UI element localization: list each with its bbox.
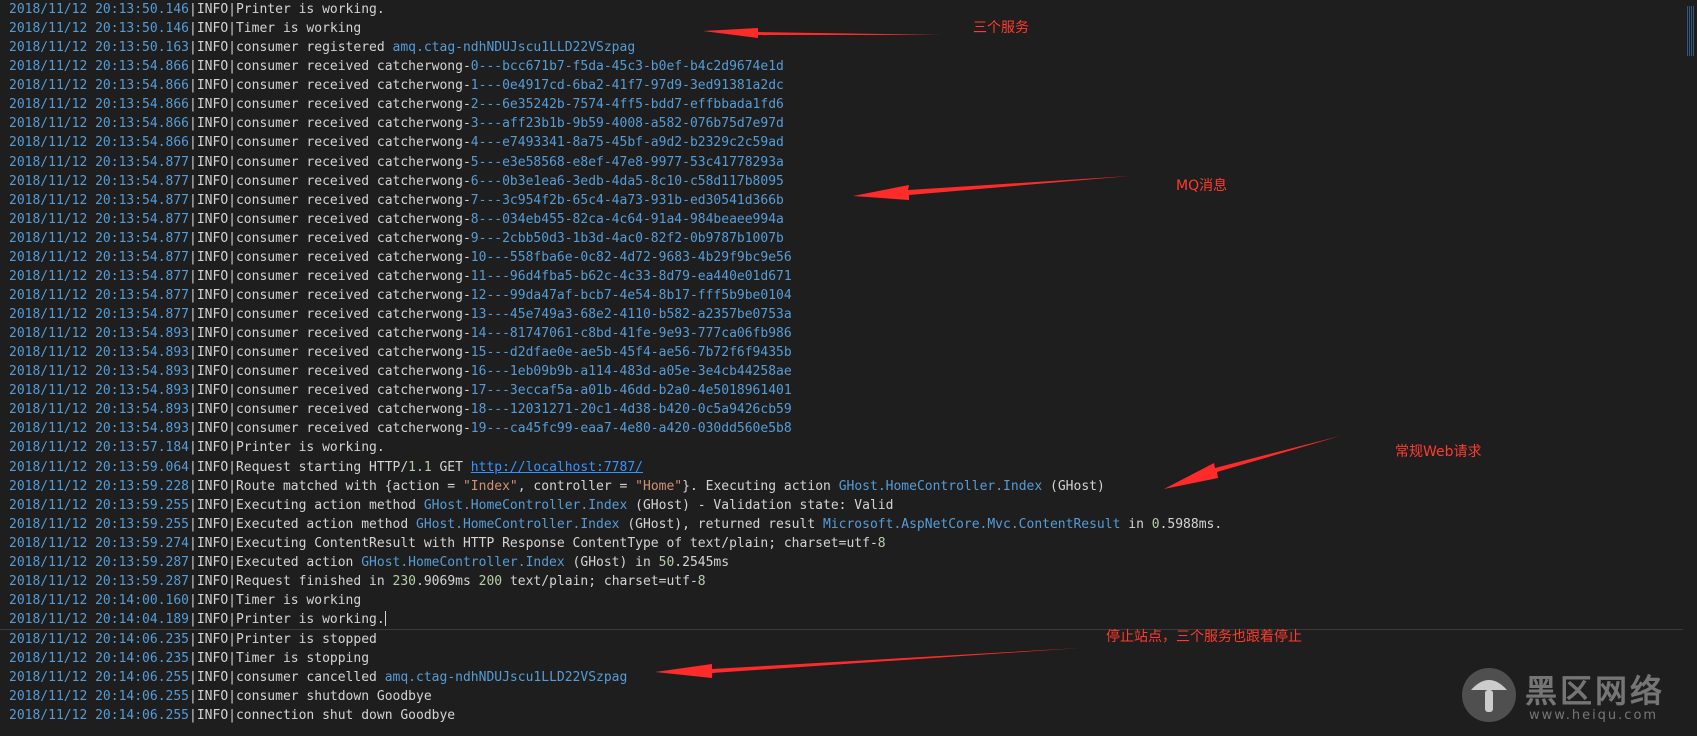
annotation-arrows: [655, 28, 1340, 678]
watermark-url: www.heiqu.com: [1529, 708, 1659, 723]
annotation-stop-site: 停止站点，三个服务也跟着停止: [1106, 629, 1302, 645]
annotation-mq-messages: MQ消息: [1176, 178, 1228, 194]
annotation-three-services: 三个服务: [973, 20, 1029, 36]
arrow-mq-messages: [853, 176, 1130, 200]
watermark-brand: 黑区网络: [1525, 672, 1666, 710]
annotation-web-request: 常规Web请求: [1395, 444, 1482, 460]
arrow-three-services: [703, 28, 942, 38]
mushroom-logo-icon: [1462, 668, 1516, 722]
arrow-stop-site: [655, 648, 1080, 678]
arrow-web-request: [1164, 436, 1340, 489]
watermark: 黑区网络 www.heiqu.com: [1459, 662, 1689, 732]
